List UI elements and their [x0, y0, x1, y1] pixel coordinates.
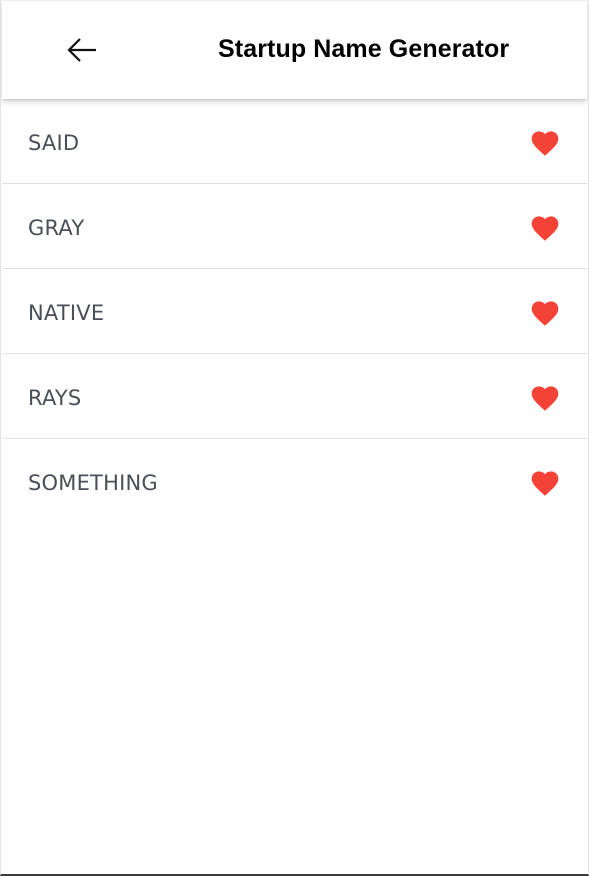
- app-bar: Startup Name Generator: [2, 2, 587, 99]
- heart-filled-icon[interactable]: [529, 467, 561, 497]
- app-window: Startup Name Generator SAID GRAY NATIVE …: [0, 0, 589, 876]
- list-item-label: SAID: [28, 131, 80, 155]
- list-item[interactable]: NATIVE: [2, 269, 587, 354]
- arrow-back-icon: [67, 38, 96, 62]
- list-item-label: GRAY: [28, 216, 85, 240]
- list-item[interactable]: RAYS: [2, 354, 587, 439]
- list-item[interactable]: GRAY: [2, 184, 587, 269]
- heart-filled-icon[interactable]: [529, 127, 561, 157]
- heart-filled-icon[interactable]: [529, 382, 561, 412]
- page-title: Startup Name Generator: [218, 35, 510, 63]
- back-button[interactable]: [54, 22, 110, 78]
- saved-names-list: SAID GRAY NATIVE RAYS SOMETHING: [2, 99, 587, 524]
- list-item-label: NATIVE: [28, 301, 105, 325]
- list-item[interactable]: SOMETHING: [2, 439, 587, 524]
- list-item-label: RAYS: [28, 386, 82, 410]
- heart-filled-icon[interactable]: [529, 212, 561, 242]
- heart-filled-icon[interactable]: [529, 297, 561, 327]
- list-item[interactable]: SAID: [2, 99, 587, 184]
- list-item-label: SOMETHING: [28, 471, 158, 495]
